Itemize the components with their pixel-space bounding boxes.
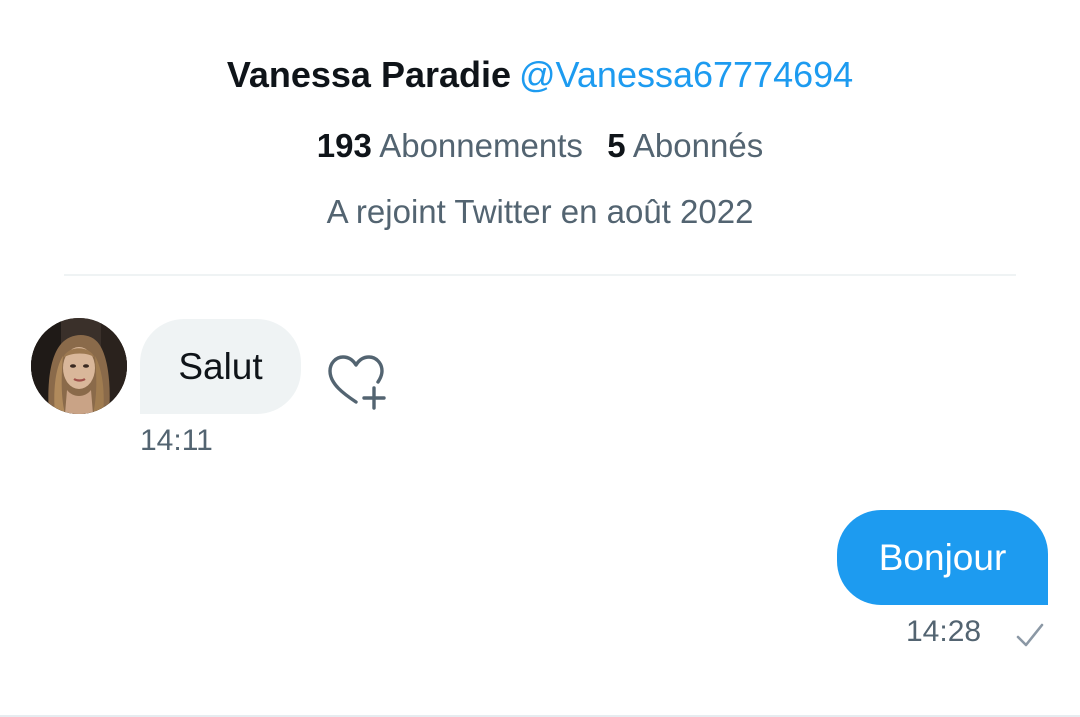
joined-date: A rejoint Twitter en août 2022 — [326, 193, 754, 230]
followers-label: Abonnés — [632, 127, 764, 164]
dm-conversation: Vanessa Paradie @Vanessa67774694 193 Abon… — [0, 0, 1080, 717]
profile-name-row[interactable]: Vanessa Paradie @Vanessa67774694 — [0, 52, 1080, 98]
profile-display-name[interactable]: Vanessa Paradie — [227, 54, 511, 95]
following-link[interactable]: 193 Abonnements — [317, 127, 583, 164]
message-timestamp: 14:11 — [140, 424, 213, 457]
avatar-image — [31, 318, 127, 414]
profile-stats: 193 Abonnements 5 Abonnés — [0, 124, 1080, 168]
message-bubble-outgoing[interactable]: Bonjour — [837, 510, 1048, 605]
check-icon — [1014, 620, 1046, 650]
message-bubble-incoming[interactable]: Salut — [140, 319, 301, 414]
heart-plus-icon — [328, 355, 386, 410]
avatar[interactable] — [31, 318, 127, 414]
message-timestamp: 14:28 — [906, 615, 982, 648]
profile-handle[interactable]: @Vanessa67774694 — [519, 54, 853, 95]
message-text: Bonjour — [878, 536, 1007, 578]
followers-link[interactable]: 5 Abonnés — [607, 127, 763, 164]
following-count: 193 — [316, 127, 372, 164]
message-text: Salut — [178, 345, 263, 387]
divider — [64, 274, 1016, 276]
following-label: Abonnements — [379, 127, 583, 164]
followers-count: 5 — [607, 127, 626, 164]
react-button[interactable] — [322, 352, 390, 412]
